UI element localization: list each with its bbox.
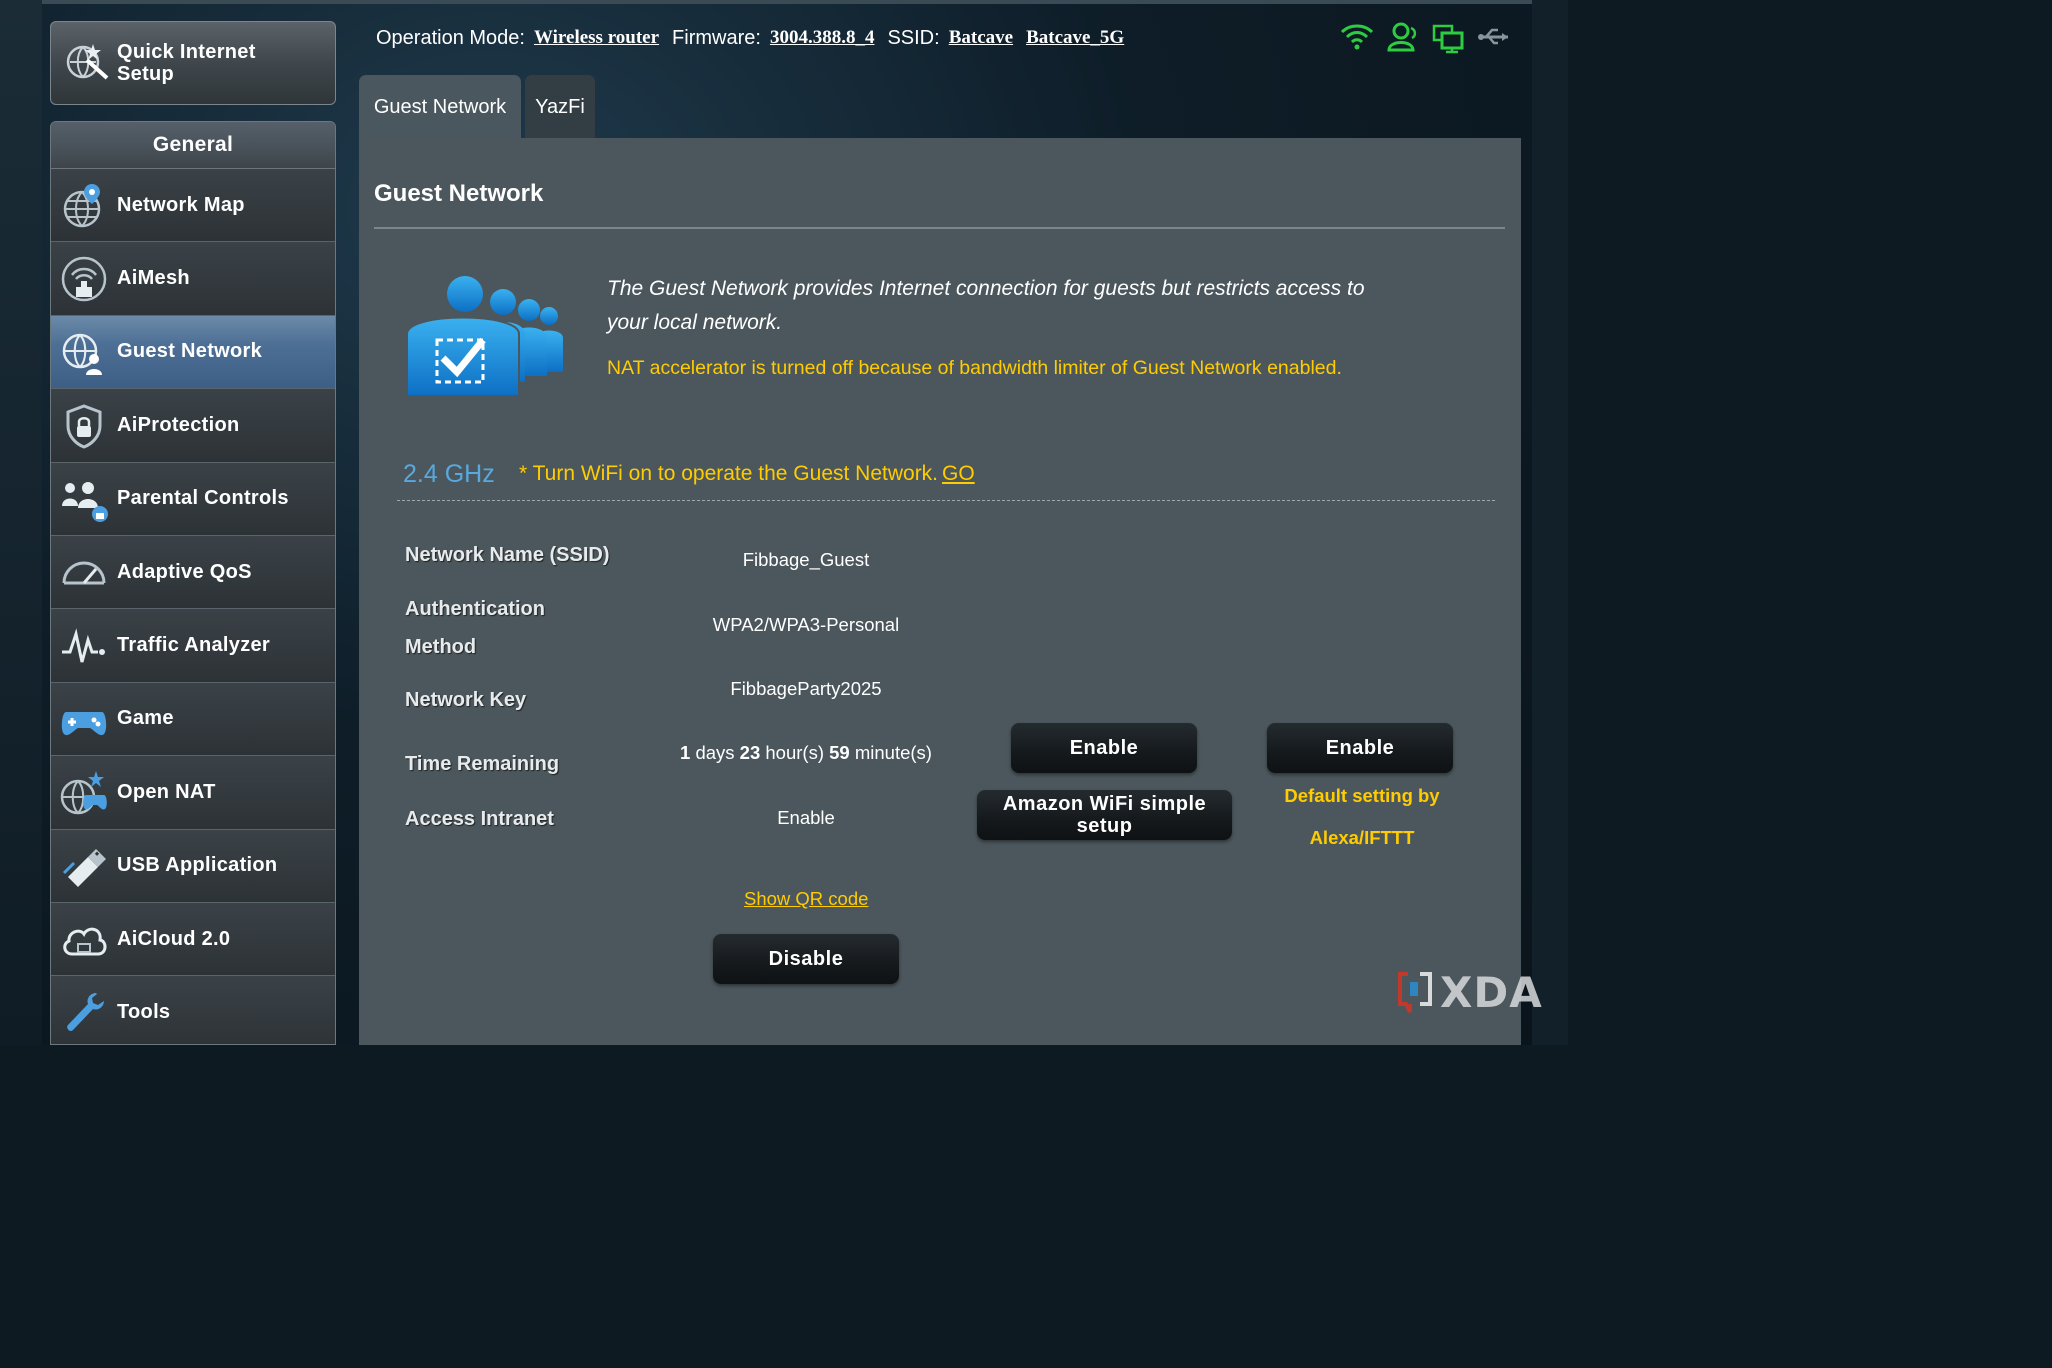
status-icons — [1338, 20, 1514, 54]
show-qr-link[interactable]: Show QR code — [744, 888, 868, 910]
wifi-icon[interactable] — [1338, 20, 1376, 54]
sidebar-item-aimesh[interactable]: AiMesh — [51, 242, 335, 316]
ssid-label: Network Name (SSID) — [405, 544, 610, 566]
sidebar-menu: General Network Map AiMesh Guest Network… — [50, 121, 336, 1045]
guest-network-description: The Guest Network provides Internet conn… — [607, 277, 1365, 334]
top-border — [42, 0, 1532, 4]
sidebar-item-game[interactable]: Game — [51, 682, 335, 757]
sidebar-item-aiprotection[interactable]: AiProtection — [51, 389, 335, 463]
guest-globe-icon — [60, 329, 108, 377]
firmware-label: Firmware: — [672, 26, 761, 49]
globe-controller-icon — [60, 769, 108, 817]
time-remaining-value: 1 days 23 hour(s) 59 minute(s) — [680, 742, 932, 763]
sidebar-item-label: Parental Controls — [117, 487, 289, 510]
gamepad-icon — [60, 696, 108, 744]
usb-stick-icon — [60, 843, 108, 891]
xda-logo-icon — [1398, 972, 1432, 1013]
sidebar-item-label: AiProtection — [117, 413, 240, 436]
sidebar-item-label: Network Map — [117, 193, 245, 216]
default-setting-note: Default setting by Alexa/IFTTT — [1284, 785, 1440, 848]
sidebar-item-label: Traffic Analyzer — [117, 634, 271, 657]
speedometer-icon — [60, 549, 108, 597]
page-title: Guest Network — [374, 180, 544, 207]
tab-yazfi[interactable]: YazFi — [525, 75, 595, 139]
firmware-link[interactable]: 3004.388.8_4 — [770, 27, 875, 49]
sidebar-section-title: General — [51, 122, 335, 169]
sidebar-item-usb-application[interactable]: USB Application — [51, 829, 335, 903]
go-link[interactable]: GO — [942, 462, 975, 485]
sidebar-item-adaptive-qos[interactable]: Adaptive QoS — [51, 535, 335, 610]
usb-icon[interactable] — [1476, 20, 1514, 54]
disable-button[interactable]: Disable — [713, 934, 899, 984]
network-icon[interactable] — [1430, 20, 1468, 54]
quick-internet-setup-button[interactable]: Quick Internet Setup — [50, 21, 336, 105]
operation-mode-label: Operation Mode: — [376, 26, 525, 49]
band-divider — [397, 500, 1495, 501]
access-intranet-label: Access Intranet — [405, 808, 554, 830]
tab-guest-network[interactable]: Guest Network — [359, 75, 521, 139]
time-remaining-label: Time Remaining — [405, 753, 560, 775]
ssid-label: SSID: — [887, 26, 940, 49]
guest-users-icon — [406, 272, 577, 402]
sidebar-item-label: USB Application — [117, 854, 278, 877]
sidebar-item-open-nat[interactable]: Open NAT — [51, 756, 335, 830]
sidebar-item-label: Open NAT — [117, 780, 216, 803]
sidebar-item-aicloud[interactable]: AiCloud 2.0 — [51, 902, 335, 977]
xda-watermark-text: XDA — [1440, 967, 1543, 1017]
enable-alexa-button[interactable]: Enable — [1267, 723, 1453, 773]
sidebar-item-guest-network[interactable]: Guest Network — [51, 315, 335, 390]
mesh-router-icon — [60, 255, 108, 303]
operation-mode-link[interactable]: Wireless router — [534, 27, 659, 49]
network-key-value: FibbageParty2025 — [730, 678, 882, 699]
sidebar-item-label: AiMesh — [117, 267, 190, 290]
band-label: 2.4 GHz — [403, 460, 495, 488]
user-icon[interactable] — [1384, 20, 1422, 54]
ssid-5-link[interactable]: Batcave_5G — [1026, 27, 1124, 49]
quick-internet-setup-label: Quick Internet Setup — [117, 41, 256, 85]
auth-method-label: Authentication Method — [405, 598, 545, 658]
sidebar-item-label: AiCloud 2.0 — [117, 927, 231, 950]
sidebar-item-label: Adaptive QoS — [117, 560, 252, 583]
pulse-icon — [60, 622, 108, 670]
page-right-edge — [1532, 0, 1568, 1045]
page-left-edge — [0, 0, 42, 1045]
family-lock-icon — [60, 476, 108, 524]
network-key-label: Network Key — [405, 689, 527, 711]
sidebar-item-traffic-analyzer[interactable]: Traffic Analyzer — [51, 609, 335, 683]
wand-globe-icon — [63, 38, 109, 84]
title-divider — [374, 227, 1505, 229]
nat-warning: NAT accelerator is turned off because of… — [607, 357, 1342, 379]
cloud-icon — [60, 916, 108, 964]
sidebar-item-parental-controls[interactable]: Parental Controls — [51, 462, 335, 536]
access-intranet-value: Enable — [777, 807, 835, 828]
ssid-value: Fibbage_Guest — [742, 549, 870, 570]
xda-watermark: XDA — [1396, 968, 1543, 1017]
wifi-notice-text: * Turn WiFi on to operate the Guest Netw… — [519, 462, 939, 485]
sidebar-item-network-map[interactable]: Network Map — [51, 169, 335, 243]
globe-pin-icon — [60, 182, 108, 230]
amazon-wifi-setup-button[interactable]: Amazon WiFi simple setup — [977, 790, 1232, 840]
sidebar-item-tools[interactable]: Tools — [51, 976, 335, 1044]
shield-lock-icon — [60, 402, 108, 450]
wrench-icon — [60, 989, 108, 1037]
auth-method-value: WPA2/WPA3-Personal — [712, 614, 900, 635]
sidebar-item-label: Game — [117, 707, 174, 730]
enable-button[interactable]: Enable — [1011, 723, 1197, 773]
guest-network-panel: Guest Network The Guest Network provides… — [359, 138, 1521, 1045]
sidebar-item-label: Tools — [117, 1000, 171, 1023]
ssid-24-link[interactable]: Batcave — [949, 27, 1013, 49]
header-status-bar: Operation Mode: Wireless router Firmware… — [376, 24, 1137, 52]
sidebar-item-label: Guest Network — [117, 340, 263, 363]
wifi-notice: * Turn WiFi on to operate the Guest Netw… — [519, 462, 975, 486]
